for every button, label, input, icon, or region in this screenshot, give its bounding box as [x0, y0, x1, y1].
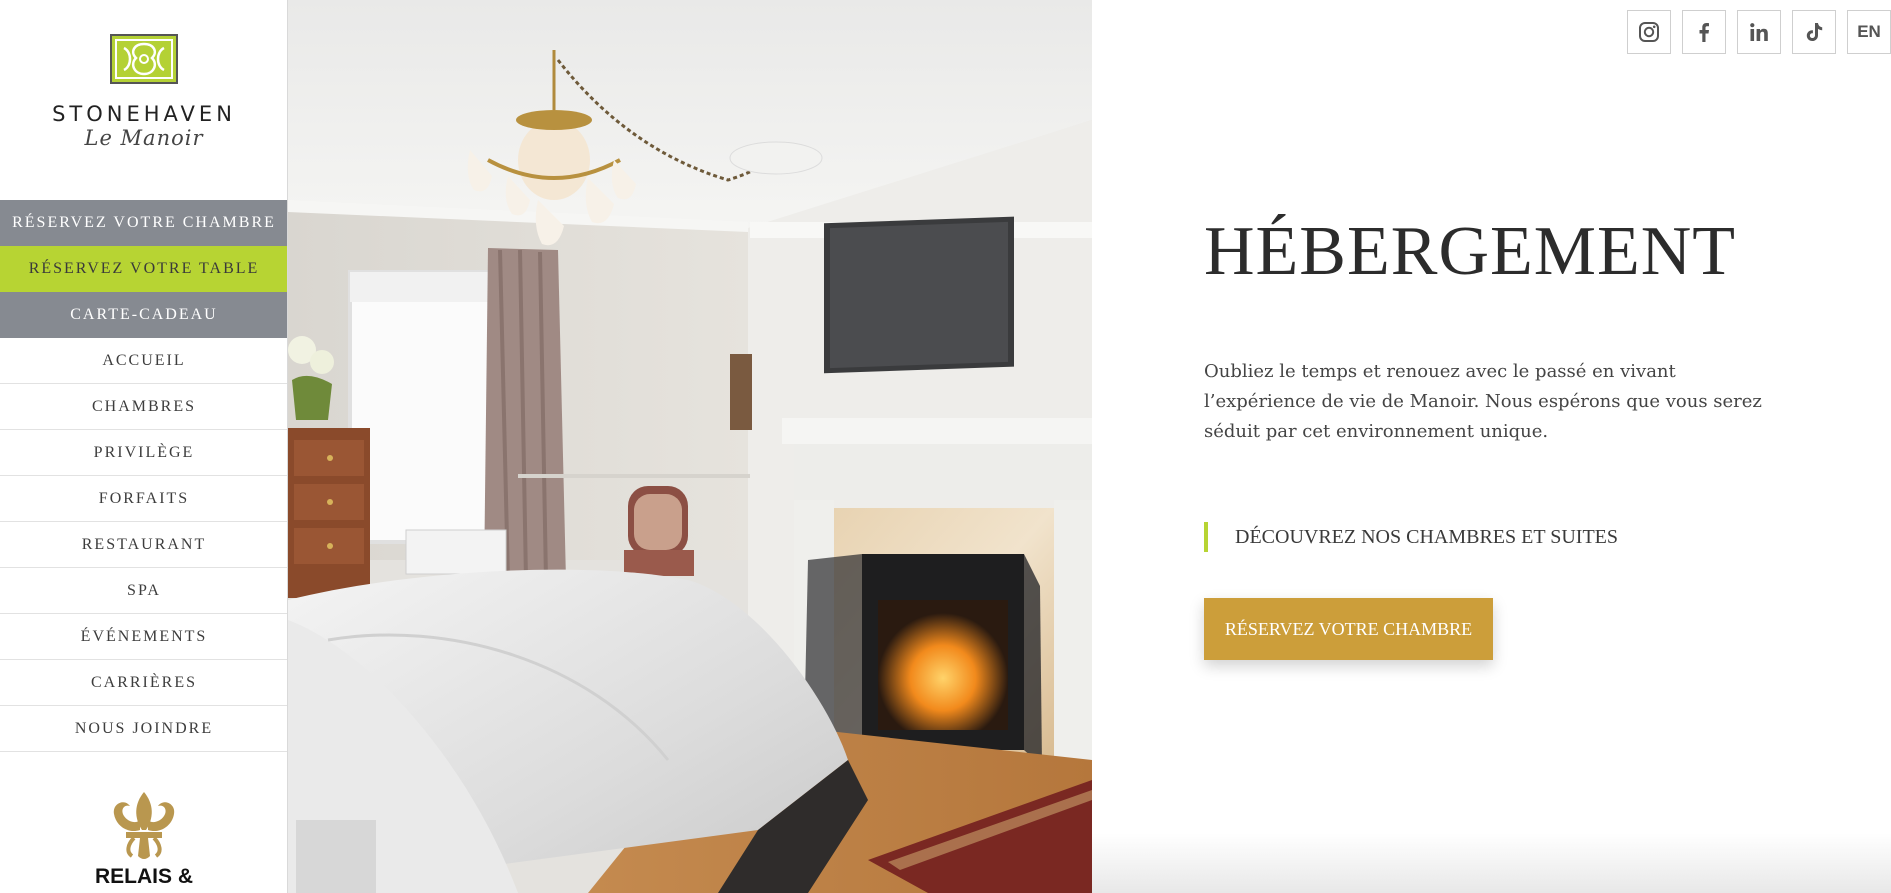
reserve-room-button[interactable]: RÉSERVEZ VOTRE CHAMBRE: [1204, 598, 1493, 660]
page-title: HÉBERGEMENT: [1204, 213, 1737, 290]
sidebar-item-spa[interactable]: SPA: [0, 568, 287, 614]
social-links: EN: [1616, 10, 1891, 54]
sidebar-item-packages[interactable]: FORFAITS: [0, 476, 287, 522]
sidebar-item-restaurant[interactable]: RESTAURANT: [0, 522, 287, 568]
tiktok-icon: [1806, 23, 1823, 41]
sidebar-item-rooms[interactable]: CHAMBRES: [0, 384, 287, 430]
instagram-link[interactable]: [1627, 10, 1671, 54]
sidebar-item-contact[interactable]: NOUS JOINDRE: [0, 706, 287, 752]
sidebar-item-reserve-room[interactable]: RÉSERVEZ VOTRE CHAMBRE: [0, 200, 287, 246]
discover-rooms-link[interactable]: DÉCOUVREZ NOS CHAMBRES ET SUITES: [1204, 522, 1618, 552]
intro-text: Oubliez le temps et renouez avec le pass…: [1204, 361, 1762, 442]
sidebar-item-reserve-table[interactable]: RÉSERVEZ VOTRE TABLE: [0, 246, 287, 292]
sidebar-menu: RÉSERVEZ VOTRE CHAMBRE RÉSERVEZ VOTRE TA…: [0, 200, 287, 752]
fleur-de-lis-icon: [113, 792, 175, 859]
brand-emblem-icon: [110, 34, 178, 84]
facebook-icon: [1699, 23, 1709, 42]
linkedin-icon: [1750, 23, 1768, 41]
bottom-fade: [1092, 833, 1891, 893]
facebook-link[interactable]: [1682, 10, 1726, 54]
main-content: EN HÉBERGEMENT Oubliez le temps et renou…: [1092, 0, 1891, 893]
sidebar-item-careers[interactable]: CARRIÈRES: [0, 660, 287, 706]
sidebar-item-gift-card[interactable]: CARTE-CADEAU: [0, 292, 287, 338]
sidebar-item-home[interactable]: ACCUEIL: [0, 338, 287, 384]
relais-logo-text: RELAIS &: [94, 865, 193, 888]
instagram-icon: [1639, 22, 1659, 42]
brand-logo[interactable]: STONEHAVEN Le Manoir: [0, 34, 287, 150]
brand-subname: Le Manoir: [84, 126, 204, 150]
sidebar: STONEHAVEN Le Manoir RÉSERVEZ VOTRE CHAM…: [0, 0, 288, 893]
sidebar-item-events[interactable]: ÉVÉNEMENTS: [0, 614, 287, 660]
sidebar-item-privilege[interactable]: PRIVILÈGE: [0, 430, 287, 476]
tiktok-link[interactable]: [1792, 10, 1836, 54]
language-switch[interactable]: EN: [1847, 10, 1891, 54]
brand-name: STONEHAVEN: [52, 102, 236, 126]
relais-chateaux-logo[interactable]: RELAIS &: [0, 790, 287, 888]
linkedin-link[interactable]: [1737, 10, 1781, 54]
bedroom-photo: [288, 0, 1092, 893]
